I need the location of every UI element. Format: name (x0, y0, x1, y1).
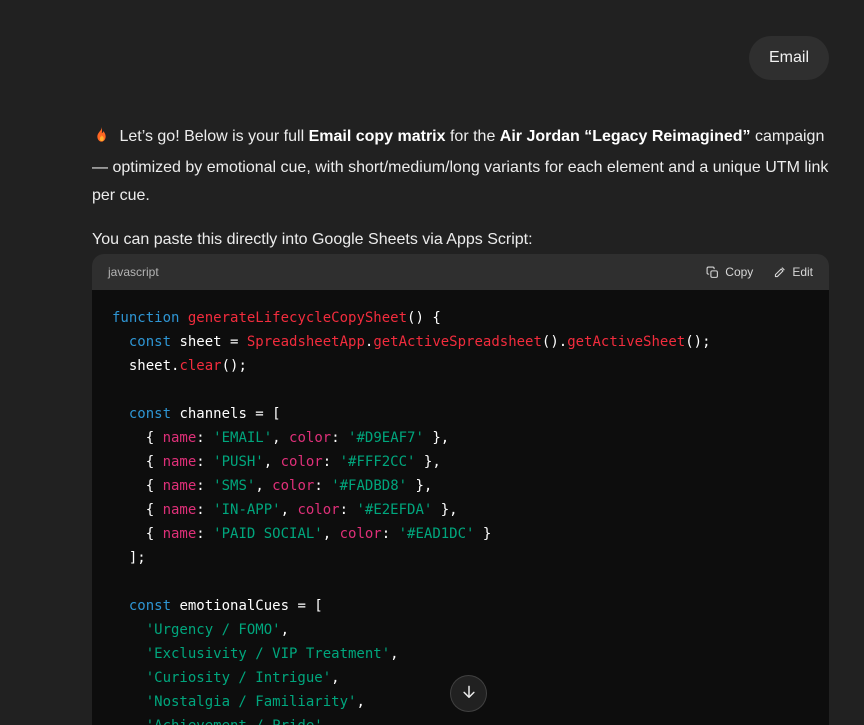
code-content: function generateLifecycleCopySheet() { … (92, 290, 829, 725)
code-line: ]; (112, 546, 809, 570)
assistant-message: Let’s go! Below is your full Email copy … (92, 0, 829, 725)
arrow-down-icon (460, 683, 478, 704)
code-line: { name: 'EMAIL', color: '#D9EAF7' }, (112, 426, 809, 450)
code-line: const sheet = SpreadsheetApp.getActiveSp… (112, 330, 809, 354)
code-block: javascript Copy Edit (92, 254, 829, 725)
copy-icon (706, 266, 719, 279)
assistant-paragraph-2: You can paste this directly into Google … (92, 226, 829, 254)
scroll-to-bottom-button[interactable] (450, 675, 487, 712)
code-line: const emotionalCues = [ (112, 594, 809, 618)
code-line: sheet.clear(); (112, 354, 809, 378)
chat-page: Email Let’s go! Below is your full Email… (0, 0, 864, 725)
code-line: 'Urgency / FOMO', (112, 618, 809, 642)
code-line: { name: 'IN-APP', color: '#E2EFDA' }, (112, 498, 809, 522)
code-line: 'Achievement / Pride' (112, 714, 809, 725)
code-line: function generateLifecycleCopySheet() { (112, 306, 809, 330)
assistant-paragraph-1: Let’s go! Below is your full Email copy … (92, 123, 829, 210)
flame-emoji-icon (92, 125, 111, 154)
edit-code-button[interactable]: Edit (773, 265, 813, 279)
code-toolbar: Copy Edit (706, 265, 813, 279)
code-line: { name: 'PUSH', color: '#FFF2CC' }, (112, 450, 809, 474)
edit-pencil-icon (773, 266, 786, 279)
code-line: { name: 'PAID SOCIAL', color: '#EAD1DC' … (112, 522, 809, 546)
edit-button-label: Edit (792, 265, 813, 279)
code-line: { name: 'SMS', color: '#FADBD8' }, (112, 474, 809, 498)
code-line: const channels = [ (112, 402, 809, 426)
code-line: 'Exclusivity / VIP Treatment', (112, 642, 809, 666)
code-line (112, 378, 809, 402)
code-line (112, 570, 809, 594)
copy-button-label: Copy (725, 265, 753, 279)
copy-code-button[interactable]: Copy (706, 265, 753, 279)
code-language-label: javascript (108, 265, 159, 279)
code-block-header: javascript Copy Edit (92, 254, 829, 290)
